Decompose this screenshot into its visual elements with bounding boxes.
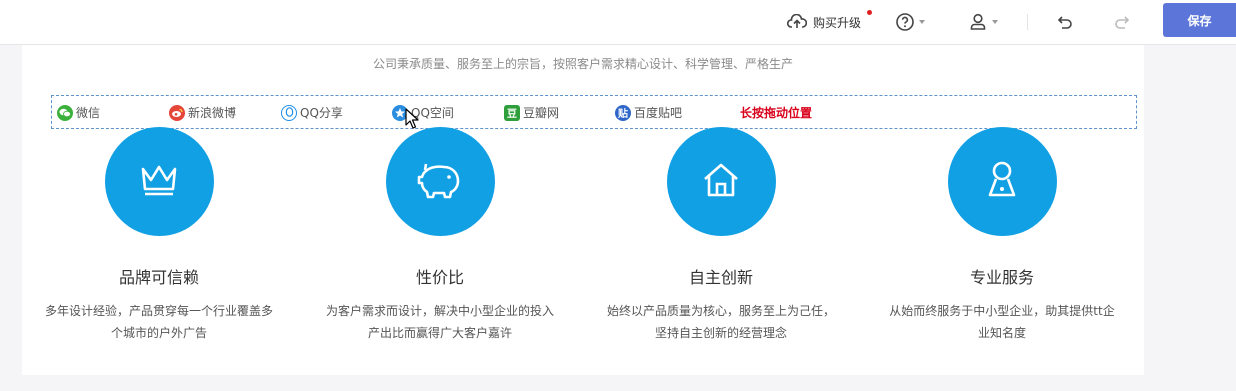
share-bar[interactable]: 微信 新浪微博 QQ分享 QQ空间 豆 豆瓣网 贴 百度贴吧 长按拖动位置 <box>51 95 1137 129</box>
undo-button[interactable] <box>1056 0 1074 44</box>
chevron-down-icon <box>992 20 998 24</box>
chevron-down-icon <box>919 20 925 24</box>
top-toolbar: 购买升级 保存 <box>0 0 1236 45</box>
account-menu[interactable] <box>968 0 998 44</box>
divider <box>1027 14 1028 30</box>
home-icon <box>701 161 741 203</box>
feature-icon-circle <box>947 127 1057 236</box>
feature-description: 为客户需求而设计，解决中小型企业的投入产出比而赢得广大客户嘉许 <box>325 304 554 340</box>
share-label: QQ分享 <box>300 106 343 120</box>
undo-icon <box>1056 13 1074 31</box>
share-label: 百度贴吧 <box>634 106 683 120</box>
feature-card[interactable]: 性价比 为客户需求而设计，解决中小型企业的投入产出比而赢得广大客户嘉许 <box>320 127 560 344</box>
help-icon <box>895 12 915 32</box>
share-label: 新浪微博 <box>188 106 237 120</box>
help-menu[interactable] <box>895 0 925 44</box>
user-icon <box>968 12 988 32</box>
notification-dot <box>867 10 872 15</box>
share-tieba[interactable]: 贴 百度贴吧 <box>615 104 682 121</box>
feature-description: 从始而终服务于中小型企业，助其提供tt企业知名度 <box>889 304 1115 340</box>
feature-icon-circle <box>104 127 214 236</box>
share-label: 豆瓣网 <box>523 106 560 120</box>
content-section: 公司秉承质量、服务至上的宗旨，按照客户需求精心设计、科学管理、严格生产 微信 新… <box>22 45 1144 375</box>
feature-card[interactable]: 专业服务 从始而终服务于中小型企业，助其提供tt企业知名度 <box>882 127 1122 344</box>
feature-title: 品牌可信赖 <box>118 268 199 287</box>
feature-description: 多年设计经验，产品贯穿每一个行业覆盖多个城市的户外广告 <box>44 304 273 340</box>
feature-description: 始终以产品质量为核心，服务至上为己任，坚持自主创新的经营理念 <box>606 304 835 340</box>
share-qq[interactable]: QQ分享 <box>281 104 343 121</box>
feature-icon-circle <box>666 127 776 236</box>
weibo-icon <box>169 104 185 121</box>
mouse-cursor <box>405 108 419 134</box>
crown-icon <box>139 163 179 201</box>
drag-hint: 长按拖动位置 <box>740 106 813 120</box>
upgrade-label: 购买升级 <box>813 15 862 30</box>
share-qzone[interactable]: QQ空间 <box>392 104 454 121</box>
section-slogan: 公司秉承质量、服务至上的宗旨，按照客户需求精心设计、科学管理、严格生产 <box>372 57 793 71</box>
share-wechat[interactable]: 微信 <box>57 104 100 121</box>
tieba-icon: 贴 <box>615 104 631 121</box>
redo-icon <box>1113 13 1131 31</box>
share-label: 微信 <box>76 106 101 120</box>
feature-title: 性价比 <box>415 268 464 287</box>
redo-button[interactable] <box>1113 0 1131 44</box>
cloud-upload-icon <box>787 14 807 30</box>
douban-icon: 豆 <box>504 104 520 121</box>
feature-title: 专业服务 <box>969 268 1034 287</box>
feature-icon-circle <box>385 127 495 236</box>
share-weibo[interactable]: 新浪微博 <box>169 104 236 121</box>
qq-icon <box>281 104 297 121</box>
user-icon <box>984 159 1020 205</box>
save-button[interactable]: 保存 <box>1163 3 1236 37</box>
upgrade-button[interactable]: 购买升级 <box>787 0 872 44</box>
wechat-icon <box>57 104 73 121</box>
feature-title: 自主创新 <box>688 268 753 287</box>
feature-card[interactable]: 自主创新 始终以产品质量为核心，服务至上为己任，坚持自主创新的经营理念 <box>601 127 841 344</box>
share-douban[interactable]: 豆 豆瓣网 <box>504 104 559 121</box>
piggy-bank-icon <box>416 161 464 203</box>
feature-card[interactable]: 品牌可信赖 多年设计经验，产品贯穿每一个行业覆盖多个城市的户外广告 <box>39 127 279 344</box>
